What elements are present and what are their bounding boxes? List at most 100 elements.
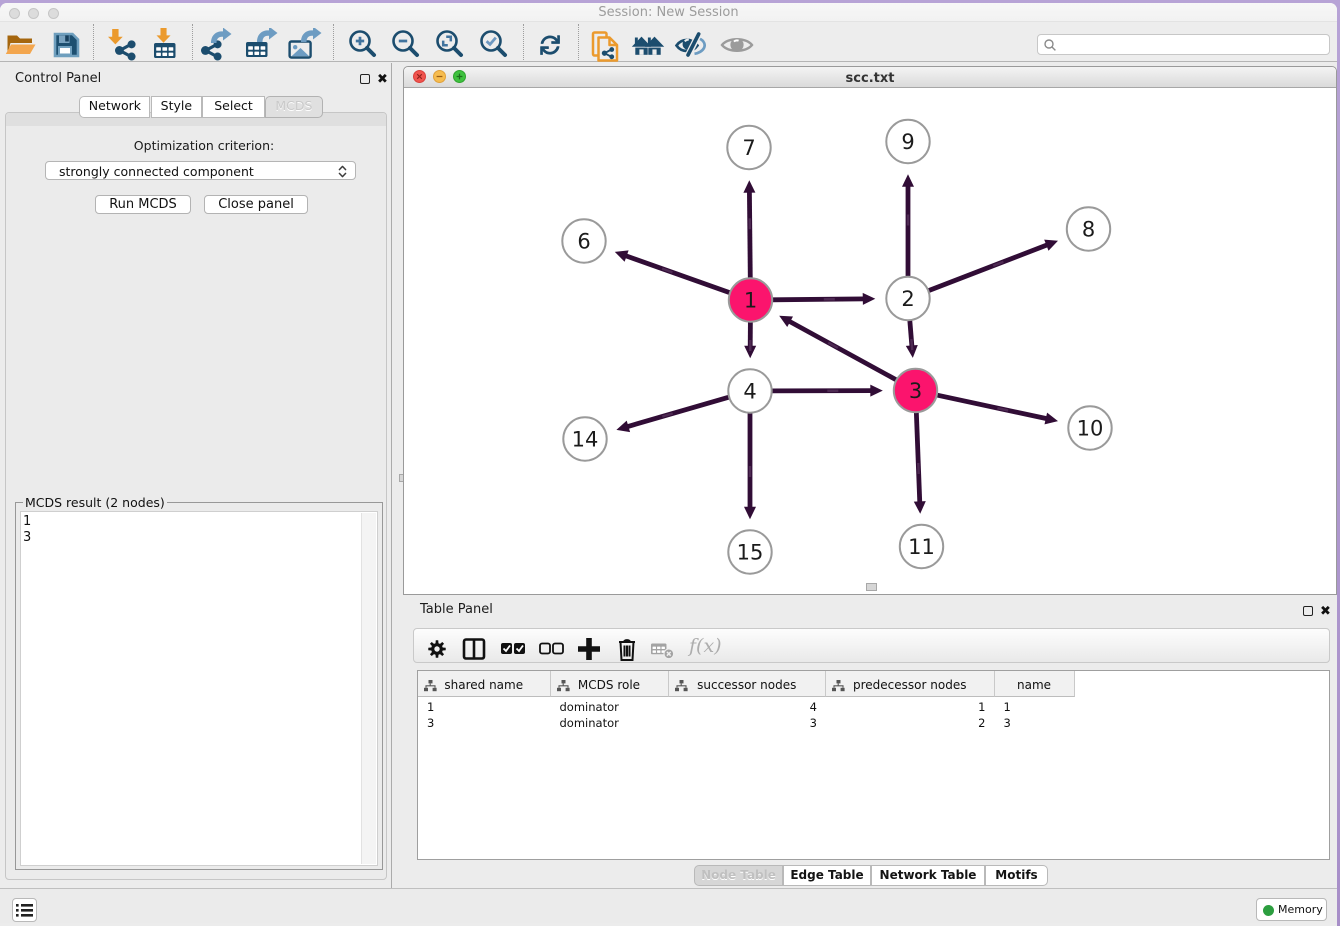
table-cell[interactable]: 1	[826, 700, 995, 714]
show-all-networks-button[interactable]	[631, 28, 665, 62]
optimization-criterion-select[interactable]: strongly connected component	[45, 161, 356, 180]
column-header-MCDS-role[interactable]: MCDS role	[551, 671, 669, 697]
result-scrollbar-track[interactable]	[361, 513, 376, 864]
canvas-splitter-grip[interactable]	[866, 583, 877, 591]
settings-button[interactable]	[422, 634, 452, 664]
save-session-button[interactable]	[49, 28, 83, 62]
network-window-titlebar: scc.txt	[404, 67, 1336, 88]
select-all-checks-button[interactable]	[498, 634, 528, 664]
memory-button[interactable]: Memory	[1256, 898, 1327, 921]
result-item[interactable]: 3	[21, 530, 377, 546]
deselect-checks-button[interactable]	[536, 634, 566, 664]
window-title: Session: New Session	[0, 5, 1337, 20]
zoom-selected-button[interactable]	[477, 28, 511, 62]
edge-arrowhead	[863, 293, 876, 305]
edge-arrowhead	[902, 174, 914, 187]
node-label: 1	[744, 289, 757, 313]
tab-node-table[interactable]: Node Table	[694, 865, 783, 886]
edge-4-14[interactable]	[627, 397, 731, 427]
edge-label-tick	[907, 215, 909, 226]
tab-network[interactable]: Network	[79, 96, 150, 118]
split-columns-button[interactable]	[459, 634, 489, 664]
zoom-in-button[interactable]	[346, 28, 380, 62]
table-row[interactable]: 3dominator323	[418, 716, 1329, 732]
column-header-name[interactable]: name	[995, 671, 1075, 697]
column-header-successor-nodes[interactable]: successor nodes	[669, 671, 827, 697]
table-cell[interactable]: dominator	[551, 716, 669, 730]
add-button[interactable]	[574, 634, 604, 664]
mcds-panel: Optimization criterion: strongly connect…	[5, 112, 387, 880]
zoom-out-icon	[389, 28, 423, 62]
edge-label-tick	[749, 340, 751, 351]
tab-network-table[interactable]: Network Table	[871, 865, 985, 886]
show-all-networks-icon	[631, 28, 665, 62]
tab-style[interactable]: Style	[151, 96, 203, 118]
edge-1-7[interactable]	[749, 191, 750, 280]
delete-button[interactable]	[612, 634, 642, 664]
edge-arrowhead	[914, 501, 926, 514]
status-bar: Memory	[0, 888, 1337, 923]
import-table-button[interactable]	[148, 28, 182, 62]
zoom-out-button[interactable]	[389, 28, 423, 62]
show-graphics-details-button[interactable]	[720, 28, 754, 62]
edge-label-tick	[917, 463, 920, 474]
toolbar-separator	[93, 24, 94, 60]
column-header-shared-name[interactable]: shared name	[418, 671, 551, 697]
toolbar-separator	[578, 24, 579, 60]
edge-3-10[interactable]	[936, 395, 1048, 419]
edge-arrowhead	[616, 421, 630, 433]
edge-1-2[interactable]	[771, 299, 865, 300]
column-header-label: MCDS role	[551, 678, 668, 692]
node-label: 15	[737, 541, 764, 565]
toolbar-separator	[523, 24, 524, 60]
open-session-button[interactable]	[4, 28, 38, 62]
task-history-button[interactable]	[12, 898, 37, 922]
clone-network-button[interactable]	[588, 28, 622, 62]
run-mcds-button[interactable]: Run MCDS	[95, 195, 191, 214]
import-network-button[interactable]	[103, 28, 137, 62]
export-table-button[interactable]	[245, 28, 279, 62]
search-input[interactable]	[1037, 34, 1330, 55]
hide-graphics-details-button[interactable]	[674, 28, 708, 62]
float-panel-icon[interactable]	[360, 74, 370, 84]
control-panel-tabs: NetworkStyleSelectMCDS	[0, 96, 391, 118]
refresh-button[interactable]	[533, 28, 567, 62]
edge-3-1[interactable]	[788, 321, 897, 381]
table-cell[interactable]: dominator	[551, 700, 669, 714]
table-cell[interactable]: 1	[995, 700, 1075, 714]
table-close-icon[interactable]: ✖	[1320, 607, 1331, 617]
result-item[interactable]: 1	[21, 514, 377, 530]
edge-2-8[interactable]	[927, 245, 1048, 292]
table-cell[interactable]: 4	[669, 700, 827, 714]
mcds-result-list[interactable]: 13	[20, 511, 378, 866]
export-network-icon	[201, 28, 235, 62]
close-panel-button[interactable]: Close panel	[204, 195, 308, 214]
table-cell[interactable]: 3	[995, 716, 1075, 730]
tab-select[interactable]: Select	[202, 96, 265, 118]
table-row[interactable]: 1dominator411	[418, 700, 1329, 716]
edge-3-11[interactable]	[916, 411, 920, 503]
zoom-fit-button[interactable]	[433, 28, 467, 62]
table-float-icon[interactable]	[1303, 606, 1313, 616]
column-header-predecessor-nodes[interactable]: predecessor nodes	[826, 671, 995, 697]
node-table: shared name MCDS role successor nodes pr…	[417, 670, 1330, 860]
close-panel-icon[interactable]: ✖	[377, 75, 388, 85]
table-cell[interactable]: 3	[418, 716, 551, 730]
table-cell[interactable]: 1	[418, 700, 551, 714]
edge-label-tick	[749, 218, 752, 229]
export-table-icon	[245, 28, 279, 62]
export-image-button[interactable]	[288, 28, 322, 62]
toolbar-separator	[333, 24, 334, 60]
tab-mcds[interactable]: MCDS	[265, 96, 323, 118]
titlebar: Session: New Session	[0, 3, 1337, 22]
node-label: 7	[742, 136, 755, 160]
edge-1-6[interactable]	[625, 255, 731, 293]
table-cell[interactable]: 2	[826, 716, 995, 730]
tab-edge-table[interactable]: Edge Table	[783, 865, 871, 886]
zoom-selected-icon	[477, 28, 511, 62]
network-canvas[interactable]: 1234678910111415	[404, 88, 1336, 594]
export-network-button[interactable]	[201, 28, 235, 62]
tab-motifs[interactable]: Motifs	[985, 865, 1048, 886]
table-cell[interactable]: 3	[669, 716, 827, 730]
export-image-icon	[288, 28, 322, 62]
